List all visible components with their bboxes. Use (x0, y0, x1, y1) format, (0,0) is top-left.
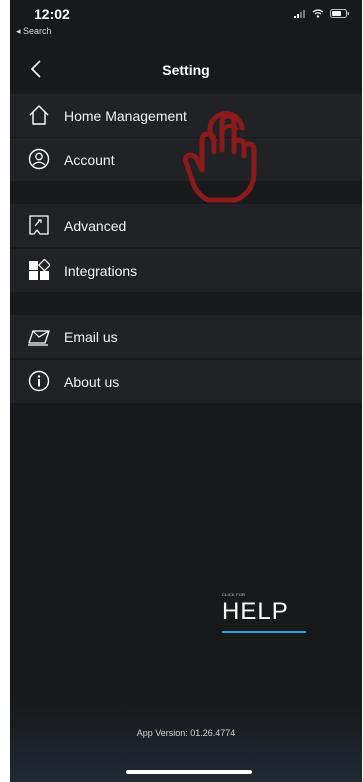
help-caption: CLICK FOR (222, 592, 246, 597)
menu-item-home-management[interactable]: Home Management (10, 94, 362, 137)
help-button[interactable]: CLICK FOR HELP (222, 592, 306, 636)
menu-item-label: About us (64, 374, 120, 390)
advanced-icon (29, 215, 49, 235)
page-title: Setting (162, 62, 210, 78)
home-icon (29, 105, 49, 125)
menu-item-advanced[interactable]: Advanced (10, 204, 362, 247)
menu-item-label: Email us (64, 329, 118, 345)
status-icons (294, 9, 350, 18)
home-indicator (126, 770, 252, 774)
info-icon (28, 370, 50, 392)
menu-item-label: Advanced (64, 218, 127, 234)
status-time: 12:02 (34, 6, 70, 22)
menu-item-label: Integrations (64, 263, 138, 279)
wifi-icon (312, 9, 324, 18)
phone-screen: 12:02 ◂ Search Setting Home Management A… (10, 0, 362, 782)
account-icon (28, 148, 50, 170)
menu-item-account[interactable]: Account (10, 138, 362, 181)
signal-icon (294, 9, 305, 18)
integrations-icon (29, 259, 50, 280)
help-label: HELP (222, 598, 289, 625)
help-underline (222, 631, 306, 633)
menu-item-integrations[interactable]: Integrations (10, 249, 362, 292)
menu-item-label: Account (64, 152, 115, 168)
menu-item-label: Home Management (64, 108, 187, 124)
battery-icon (330, 9, 349, 18)
menu-item-email-us[interactable]: Email us (10, 315, 362, 358)
menu-item-about-us[interactable]: About us (10, 360, 362, 403)
email-icon (28, 330, 50, 346)
back-to-app-link[interactable]: ◂ Search (16, 26, 52, 37)
app-version: App Version: 01.26.4774 (136, 728, 236, 738)
